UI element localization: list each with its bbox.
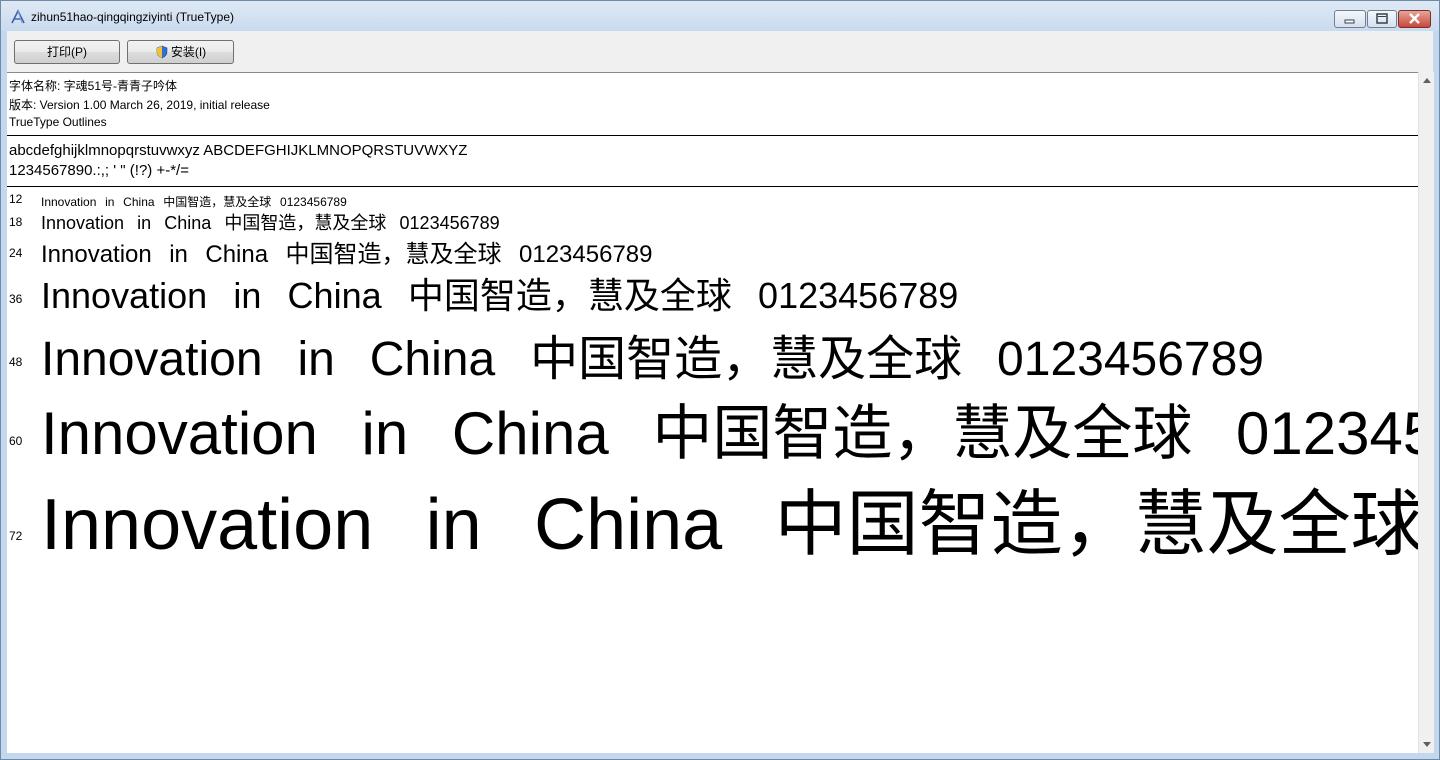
- scroll-up-arrow-icon[interactable]: [1419, 72, 1435, 89]
- sample-cjk: 中国智造，慧及全球: [224, 213, 387, 234]
- sample-cjk: 中国智造，慧及全球: [163, 195, 272, 209]
- size-label: 36: [9, 292, 23, 306]
- sample-text: Innovation in China 中国智造，慧及全球 0123456789: [41, 234, 653, 269]
- minimize-icon: [1344, 19, 1355, 24]
- close-button[interactable]: [1398, 10, 1431, 28]
- install-label: 安装(I): [170, 45, 207, 59]
- uac-shield-icon: [156, 45, 168, 59]
- charset-letters: abcdefghijklmnopqrstuvwxyz ABCDEFGHIJKLM…: [9, 142, 468, 159]
- sample-text: Innovation in China 中国智造，慧及全球 0123456789: [41, 209, 500, 235]
- sample-text: Innovation in China 中国智造，慧及全球 0123456789: [41, 319, 1264, 389]
- size-label: 72: [9, 529, 23, 543]
- font-viewer-window: zihun51hao-qingqingziyinti (TrueType) 打印…: [0, 0, 1440, 760]
- sample-latin: Innovation in China: [41, 333, 496, 386]
- sample-text: Innovation in China 中国智造，慧及全球 0123456789: [41, 465, 1418, 570]
- font-a-icon: [11, 9, 25, 24]
- sample-cjk: 中国智造，慧及全球: [774, 482, 1418, 566]
- size-label: 18: [9, 215, 23, 229]
- divider: [7, 186, 1418, 187]
- sample-digits: 0123456789: [280, 195, 347, 209]
- font-version-line: 版本: Version 1.00 March 26, 2019, initial…: [9, 98, 270, 112]
- sample-digits: 0123456789: [997, 333, 1264, 386]
- divider: [7, 135, 1418, 136]
- sample-text: Innovation in China 中国智造，慧及全球 0123456789: [41, 385, 1418, 472]
- sample-text: Innovation in China 中国智造，慧及全球 0123456789: [41, 267, 958, 319]
- sample-digits: 0123456789: [758, 275, 959, 316]
- maximize-button[interactable]: [1367, 10, 1397, 28]
- maximize-icon: [1376, 13, 1388, 24]
- sample-cjk: 中国智造，慧及全球: [530, 331, 963, 387]
- sample-latin: Innovation in China: [41, 195, 155, 209]
- sample-latin: Innovation in China: [41, 485, 723, 565]
- print-label: 打印(P): [47, 45, 87, 59]
- font-name-line: 字体名称: 字魂51号-青青子吟体: [9, 79, 178, 93]
- charset-digits-symbols: 1234567890.:,; ' " (!?) +-*/=: [9, 162, 189, 179]
- scroll-down-arrow-icon[interactable]: [1419, 736, 1435, 753]
- sample-latin: Innovation in China: [41, 213, 212, 233]
- sample-digits: 0123456789: [519, 241, 653, 268]
- sample-latin: Innovation in China: [41, 241, 269, 268]
- sample-latin: Innovation in China: [41, 275, 382, 316]
- font-outline-line: TrueType Outlines: [9, 115, 107, 129]
- sample-digits: 0123456789: [399, 213, 500, 233]
- font-preview-area[interactable]: 字体名称: 字魂51号-青青子吟体 版本: Version 1.00 March…: [7, 72, 1418, 753]
- sample-cjk: 中国智造，慧及全球: [652, 399, 1193, 469]
- print-button[interactable]: 打印(P): [14, 40, 120, 64]
- sample-text: Innovation in China 中国智造，慧及全球 0123456789: [41, 193, 347, 210]
- window-title: zihun51hao-qingqingziyinti (TrueType): [31, 10, 235, 24]
- toolbar: 打印(P) 安装(I): [7, 31, 1433, 72]
- size-label: 12: [9, 192, 23, 206]
- title-bar[interactable]: zihun51hao-qingqingziyinti (TrueType): [1, 1, 1439, 31]
- install-button[interactable]: 安装(I): [127, 40, 234, 64]
- vertical-scrollbar[interactable]: [1418, 72, 1434, 753]
- sample-digits: 0123456789: [1236, 400, 1418, 467]
- sample-cjk: 中国智造，慧及全球: [285, 240, 502, 268]
- size-label: 60: [9, 434, 23, 448]
- sample-latin: Innovation in China: [41, 400, 609, 467]
- size-label: 24: [9, 246, 23, 260]
- close-icon: [1409, 13, 1420, 24]
- minimize-button[interactable]: [1334, 10, 1366, 28]
- sample-cjk: 中国智造，慧及全球: [407, 276, 732, 317]
- size-label: 48: [9, 355, 23, 369]
